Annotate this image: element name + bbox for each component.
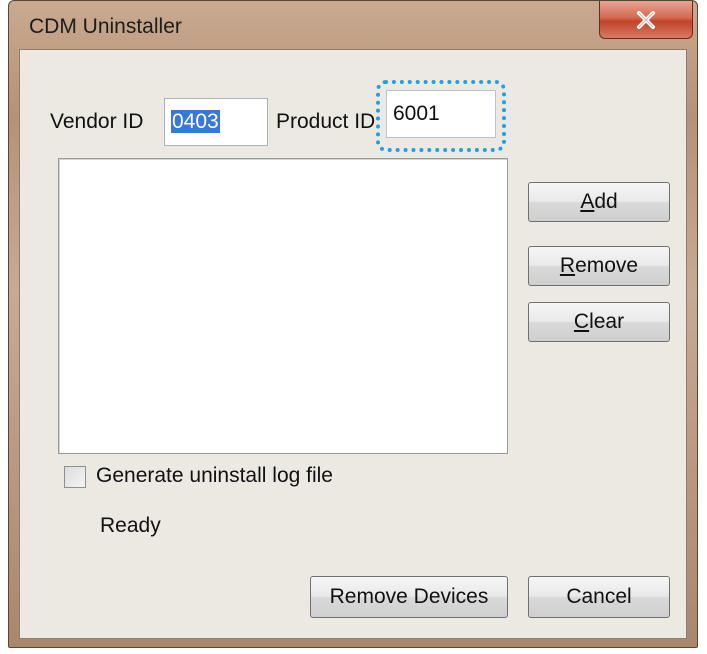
- clear-accel-letter: C: [573, 310, 590, 333]
- cdm-uninstaller-window: CDM Uninstaller Vendor ID 0403 Product I…: [8, 0, 698, 648]
- log-file-checkbox[interactable]: [64, 466, 86, 488]
- log-file-label[interactable]: Generate uninstall log file: [96, 464, 333, 488]
- remove-devices-button[interactable]: Remove Devices: [310, 576, 508, 618]
- close-x-icon: [637, 10, 655, 29]
- remove-button[interactable]: Remove: [528, 246, 670, 286]
- clear-label-rest: lear: [589, 310, 625, 333]
- cancel-button[interactable]: Cancel: [528, 576, 670, 618]
- device-list[interactable]: [58, 158, 508, 454]
- dialog-client-area: Vendor ID 0403 Product ID 6001 Add Remov…: [19, 49, 687, 639]
- remove-accel-letter: R: [559, 254, 576, 277]
- vendor-id-label: Vendor ID: [50, 110, 144, 133]
- close-button[interactable]: [599, 1, 693, 39]
- product-id-label: Product ID: [276, 110, 376, 133]
- add-accel-letter: A: [580, 190, 595, 213]
- vendor-id-value: 0403: [171, 110, 220, 133]
- add-button[interactable]: Add: [528, 182, 670, 222]
- product-id-input[interactable]: 6001: [386, 90, 496, 138]
- title-bar[interactable]: CDM Uninstaller: [9, 1, 697, 47]
- clear-button[interactable]: Clear: [528, 302, 670, 342]
- window-title: CDM Uninstaller: [29, 15, 182, 38]
- product-id-value: 6001: [393, 102, 440, 125]
- status-text: Ready: [100, 514, 161, 537]
- add-label-rest: dd: [594, 190, 618, 213]
- vendor-id-input[interactable]: 0403: [164, 98, 268, 146]
- remove-label-rest: emove: [575, 254, 639, 277]
